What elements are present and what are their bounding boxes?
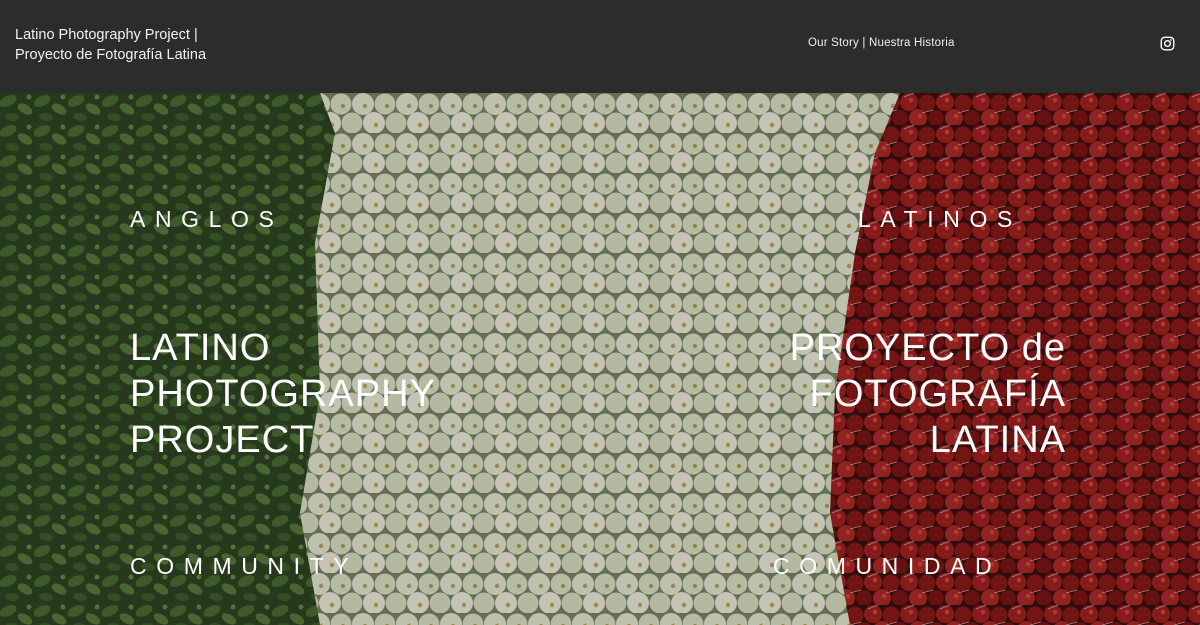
hero-title-spanish-line2: FOTOGRAFÍA <box>809 373 1066 415</box>
hero-word-latinos: LATINOS <box>858 206 1022 232</box>
hero-title-spanish: PROYECTO de FOTOGRAFÍA LATINA <box>760 325 1066 463</box>
hero-banner: ANGLOS LATINOS LATINO PHOTOGRAPHY PROJEC… <box>0 93 1200 625</box>
hero-title-spanish-line3: LATINA <box>929 419 1066 461</box>
site-title-link[interactable]: Latino Photography Project | Proyecto de… <box>15 26 206 65</box>
hero-title-english-line1: LATINO <box>130 327 271 369</box>
hero-title-spanish-line1: PROYECTO de <box>789 327 1066 369</box>
hero-title-english-line2: PHOTOGRAPHY <box>130 373 436 415</box>
site-title-line2: Proyecto de Fotografía Latina <box>15 46 207 63</box>
hero-title-english: LATINO PHOTOGRAPHY PROJECT <box>130 325 436 463</box>
hero-title-english-line3: PROJECT <box>130 419 315 461</box>
hero-word-anglos: ANGLOS <box>130 206 284 232</box>
hero-word-community: COMMUNITY <box>130 553 359 579</box>
instagram-icon[interactable] <box>1160 36 1175 51</box>
hero-word-comunidad: COMUNIDAD <box>773 553 1002 579</box>
site-title-line1: Latino Photography Project | <box>15 27 198 43</box>
nav-our-story-link[interactable]: Our Story | Nuestra Historia <box>808 37 955 49</box>
site-header: Latino Photography Project | Proyecto de… <box>0 0 1200 93</box>
